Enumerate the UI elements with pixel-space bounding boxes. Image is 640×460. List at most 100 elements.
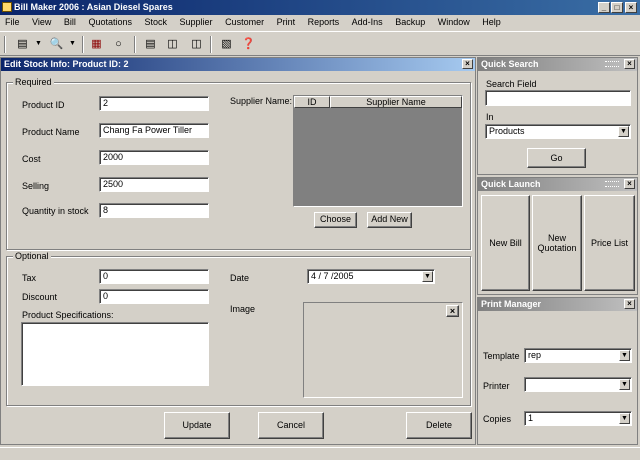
product-specs-textarea[interactable] bbox=[21, 322, 209, 386]
template-select[interactable]: rep ▼ bbox=[524, 348, 632, 363]
maximize-button[interactable]: □ bbox=[611, 2, 623, 13]
menu-add-ins[interactable]: Add-Ins bbox=[347, 15, 388, 30]
panel-grip-icon[interactable] bbox=[605, 181, 619, 187]
close-window-button[interactable]: × bbox=[625, 2, 637, 13]
search-field-label: Search Field bbox=[486, 79, 537, 89]
minimize-button[interactable]: _ bbox=[598, 2, 610, 13]
menu-supplier[interactable]: Supplier bbox=[175, 15, 218, 30]
quick-search-title: Quick Search bbox=[481, 59, 539, 69]
print-documents-icon[interactable]: ◫ bbox=[188, 36, 205, 52]
menu-window[interactable]: Window bbox=[433, 15, 475, 30]
menu-reports[interactable]: Reports bbox=[303, 15, 345, 30]
quantity-field[interactable]: 8 bbox=[99, 203, 209, 218]
discount-label: Discount bbox=[22, 292, 58, 302]
required-group-label: Required bbox=[13, 77, 54, 87]
toolbar-grip bbox=[4, 36, 6, 53]
choose-supplier-button[interactable]: Choose bbox=[314, 212, 357, 228]
menu-file[interactable]: File bbox=[0, 15, 25, 30]
date-label: Date bbox=[230, 273, 250, 283]
cost-field[interactable]: 2000 bbox=[99, 150, 209, 165]
product-id-field[interactable]: 2 bbox=[99, 96, 209, 111]
supplier-grid-header-id[interactable]: ID bbox=[294, 96, 330, 108]
search-in-select[interactable]: Products ▼ bbox=[485, 124, 631, 139]
image-box[interactable]: × bbox=[303, 302, 463, 398]
quantity-label: Quantity in stock bbox=[22, 206, 89, 216]
date-value: 4 / 7 /2005 bbox=[311, 271, 354, 281]
product-name-label: Product Name bbox=[22, 127, 80, 137]
tools-icon[interactable]: ▧ bbox=[218, 36, 235, 52]
menu-print[interactable]: Print bbox=[272, 15, 301, 30]
panel-grip-icon[interactable] bbox=[605, 61, 619, 67]
chevron-down-icon[interactable]: ▼ bbox=[619, 350, 630, 361]
new-bill-button[interactable]: New Bill bbox=[481, 195, 530, 291]
cancel-button[interactable]: Cancel bbox=[258, 412, 324, 439]
menu-backup[interactable]: Backup bbox=[390, 15, 430, 30]
dropdown-icon[interactable]: ▼ bbox=[64, 36, 81, 52]
copies-value: 1 bbox=[528, 413, 534, 423]
clear-image-button[interactable]: × bbox=[446, 305, 459, 317]
template-label: Template bbox=[483, 351, 520, 361]
copies-select[interactable]: 1 ▼ bbox=[524, 411, 632, 426]
dropdown-icon[interactable]: ▼ bbox=[30, 36, 47, 52]
edit-stock-window: Edit Stock Info: Product ID: 2 × Require… bbox=[0, 57, 476, 445]
document-icon[interactable]: ▤ bbox=[142, 36, 159, 52]
update-button[interactable]: Update bbox=[164, 412, 230, 439]
menu-stock[interactable]: Stock bbox=[139, 15, 172, 30]
quick-launch-title-bar: Quick Launch × bbox=[478, 178, 637, 191]
status-bar bbox=[0, 447, 640, 460]
edit-stock-title: Edit Stock Info: Product ID: 2 bbox=[4, 59, 129, 69]
go-button[interactable]: Go bbox=[527, 148, 586, 168]
new-quotation-button[interactable]: New Quotation bbox=[532, 195, 582, 291]
tax-label: Tax bbox=[22, 273, 37, 283]
selling-label: Selling bbox=[22, 181, 50, 191]
chevron-down-icon[interactable]: ▼ bbox=[619, 413, 630, 424]
print-manager-title: Print Manager bbox=[481, 299, 542, 309]
chevron-down-icon[interactable]: ▼ bbox=[618, 126, 629, 137]
optional-group-label: Optional bbox=[13, 251, 51, 261]
menu-customer[interactable]: Customer bbox=[220, 15, 269, 30]
copies-label: Copies bbox=[483, 414, 512, 424]
add-new-supplier-button[interactable]: Add New bbox=[367, 212, 412, 228]
search-in-label: In bbox=[486, 112, 494, 122]
toolbar-separator bbox=[210, 36, 212, 53]
menu-bar: File View Bill Quotations Stock Supplier… bbox=[0, 15, 640, 30]
close-quick-launch-button[interactable]: × bbox=[624, 179, 635, 189]
menu-help[interactable]: Help bbox=[477, 15, 506, 30]
chevron-down-icon[interactable]: ▼ bbox=[619, 379, 630, 390]
product-id-label: Product ID bbox=[22, 100, 65, 110]
menu-view[interactable]: View bbox=[27, 15, 56, 30]
close-editor-button[interactable]: × bbox=[462, 59, 473, 69]
search-icon[interactable]: 🔍 bbox=[48, 36, 65, 52]
close-quick-search-button[interactable]: × bbox=[624, 59, 635, 69]
app-logo-icon bbox=[2, 2, 12, 12]
quick-search-title-bar: Quick Search × bbox=[478, 58, 637, 71]
close-print-manager-button[interactable]: × bbox=[624, 299, 635, 309]
delete-button[interactable]: Delete bbox=[406, 412, 472, 439]
selling-field[interactable]: 2500 bbox=[99, 177, 209, 192]
price-list-button[interactable]: Price List bbox=[584, 195, 635, 291]
search-input[interactable] bbox=[485, 90, 631, 106]
copy-documents-icon[interactable]: ◫ bbox=[164, 36, 181, 52]
print-manager-panel: Print Manager × Template rep ▼ Printer ▼… bbox=[477, 297, 638, 445]
template-value: rep bbox=[528, 350, 542, 360]
product-name-field[interactable]: Chang Fa Power Tiller bbox=[99, 123, 209, 138]
app-title-bar: Bill Maker 2006 : Asian Diesel Spares _ … bbox=[0, 0, 640, 15]
print-manager-title-bar: Print Manager × bbox=[478, 298, 637, 311]
tax-field[interactable]: 0 bbox=[99, 269, 209, 284]
menu-bill[interactable]: Bill bbox=[59, 15, 81, 30]
date-picker[interactable]: 4 / 7 /2005 ▼ bbox=[307, 269, 435, 284]
printer-select[interactable]: ▼ bbox=[524, 377, 632, 392]
app-title: Bill Maker 2006 : Asian Diesel Spares bbox=[14, 2, 173, 12]
toolbar-separator bbox=[134, 36, 136, 53]
discount-field[interactable]: 0 bbox=[99, 289, 209, 304]
supplier-grid[interactable]: ID Supplier Name bbox=[293, 95, 463, 207]
cost-label: Cost bbox=[22, 154, 41, 164]
chevron-down-icon[interactable]: ▼ bbox=[422, 271, 433, 282]
help-icon[interactable]: ❓ bbox=[240, 36, 257, 52]
bill-book-icon[interactable]: ▦ bbox=[88, 36, 105, 52]
edit-stock-title-bar: Edit Stock Info: Product ID: 2 × bbox=[1, 58, 475, 71]
list-view-icon[interactable]: ▤ bbox=[14, 36, 31, 52]
supplier-grid-header-name[interactable]: Supplier Name bbox=[330, 96, 462, 108]
disc-icon[interactable]: ○ bbox=[110, 36, 127, 52]
menu-quotations[interactable]: Quotations bbox=[83, 15, 137, 30]
